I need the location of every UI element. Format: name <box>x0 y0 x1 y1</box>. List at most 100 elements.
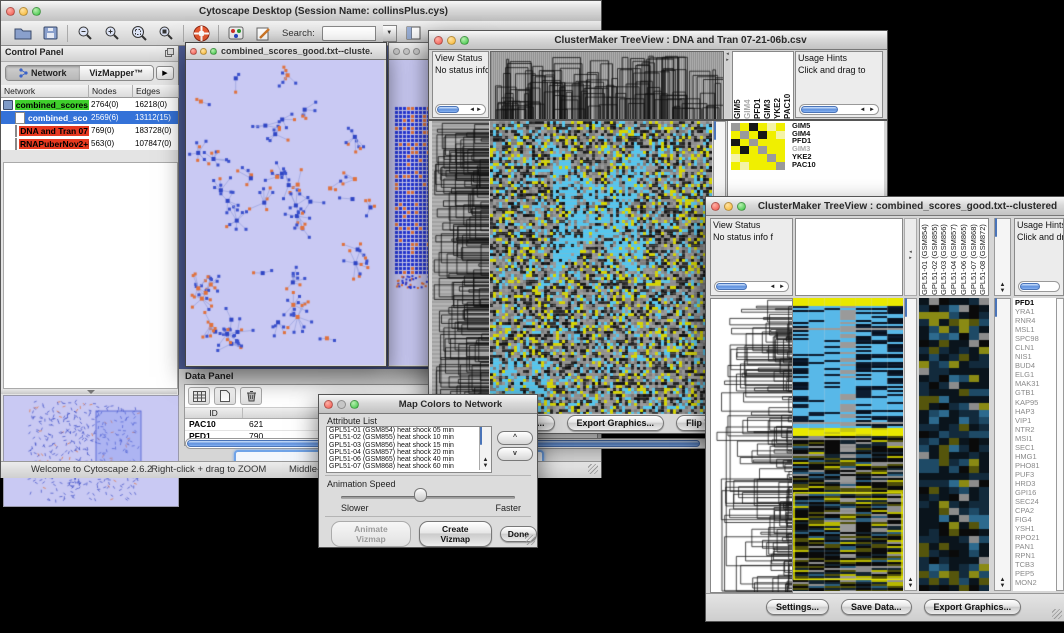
gene-label[interactable]: TCB3 <box>1015 560 1057 569</box>
gene-label[interactable]: GTB1 <box>1015 388 1057 397</box>
gene-label[interactable]: RPN1 <box>1015 551 1057 560</box>
gene-label[interactable]: CPA2 <box>1015 506 1057 515</box>
close-button[interactable] <box>324 400 333 409</box>
scrollbar-arrows[interactable]: ▲▼ <box>995 577 1010 589</box>
scrollbar-thumb[interactable] <box>714 121 716 140</box>
usage-hints-scrollbar[interactable] <box>1018 281 1060 292</box>
column-labels-scrollbar[interactable]: ▲▼ <box>994 218 1011 296</box>
scrollbar-thumb[interactable] <box>480 426 482 445</box>
gene-label[interactable]: YSH1 <box>1015 524 1057 533</box>
zoom-button[interactable] <box>460 36 469 45</box>
float-panel-icon[interactable] <box>165 48 174 59</box>
minimize-button[interactable] <box>447 36 456 45</box>
matrix-cell[interactable] <box>776 146 785 154</box>
gene-label[interactable]: MAK31 <box>1015 379 1057 388</box>
gene-label[interactable]: MSL1 <box>1015 325 1057 334</box>
zoom-out-button[interactable] <box>75 24 95 43</box>
tab-vizmapper[interactable]: VizMapper™ <box>80 66 154 80</box>
open-file-button[interactable] <box>13 24 33 43</box>
search-input[interactable] <box>322 26 376 41</box>
main-titlebar[interactable]: Cytoscape Desktop (Session Name: collins… <box>1 1 601 22</box>
matrix-cell[interactable] <box>758 139 767 147</box>
matrix-cell[interactable] <box>749 123 758 131</box>
scrollbar-arrows[interactable]: ▲▼ <box>480 457 491 469</box>
matrix-cell[interactable] <box>740 123 749 131</box>
gene-label[interactable]: CLN1 <box>1015 343 1057 352</box>
tab-overflow-button[interactable]: ▶ <box>156 66 174 80</box>
titlebar[interactable]: combined_scores_good.txt--cluste... <box>186 43 386 60</box>
speed-slider-track[interactable] <box>341 496 515 499</box>
column-label[interactable]: GIM5 <box>733 52 743 119</box>
gene-label[interactable]: PHO81 <box>1015 461 1057 470</box>
array-label[interactable]: GPL51-07 (GSM868) <box>969 219 979 295</box>
zoom-button[interactable] <box>32 7 41 16</box>
titlebar[interactable]: ClusterMaker TreeView : combined_scores_… <box>706 197 1064 216</box>
array-label[interactable]: GPL51-02 (GSM855) <box>930 219 940 295</box>
matrix-cell[interactable] <box>776 131 785 139</box>
column-dendrogram[interactable] <box>490 51 724 120</box>
column-label[interactable]: GIM4 <box>743 52 753 119</box>
gene-label[interactable]: PFD1 <box>1015 298 1057 307</box>
matrix-cell[interactable] <box>758 162 767 170</box>
zoom-button[interactable] <box>737 202 746 211</box>
column-label[interactable]: PAC10 <box>783 52 793 119</box>
delete-attribute-button[interactable] <box>240 387 262 405</box>
col-edges[interactable]: Edges <box>133 85 179 98</box>
column-label[interactable]: GIM3 <box>763 52 773 119</box>
scrollbar-thumb[interactable] <box>716 283 747 290</box>
matrix-cell[interactable] <box>740 162 749 170</box>
row-dendrogram[interactable] <box>432 121 489 414</box>
matrix-cell[interactable] <box>767 139 776 147</box>
tab-network[interactable]: Network <box>6 66 80 80</box>
gene-label[interactable]: PAC10 <box>792 161 852 169</box>
edge-scrollbar[interactable] <box>1056 298 1064 591</box>
annotation-button[interactable] <box>253 24 273 43</box>
column-label[interactable]: YKE2 <box>773 52 783 119</box>
gene-label[interactable]: MON2 <box>1015 578 1057 587</box>
column-dendrogram-area[interactable] <box>795 218 903 296</box>
gene-label[interactable]: SPC98 <box>1015 334 1057 343</box>
col-network[interactable]: Network <box>1 85 89 98</box>
gene-label[interactable]: SEC1 <box>1015 443 1057 452</box>
attribute-item[interactable]: GPL51-07 (GSM868) heat shock 60 min <box>327 463 491 470</box>
save-button[interactable] <box>40 24 60 43</box>
gene-label[interactable]: HRD3 <box>1015 479 1057 488</box>
panel-splitter[interactable] <box>1 389 177 394</box>
network-tree-row[interactable]: DNA and Tran 07769(0)183728(0) <box>1 124 178 137</box>
treeview2-button-1[interactable]: Settings... <box>766 599 829 615</box>
zoom-button[interactable] <box>210 48 217 55</box>
matrix-cell[interactable] <box>731 146 740 154</box>
treeview1-button-2[interactable]: Export Graphics... <box>567 415 665 431</box>
attribute-item[interactable]: GPL51-01 (GSM854) heat shock 05 min <box>327 427 491 434</box>
usage-hints-scrollbar[interactable]: ◄ ► <box>799 104 879 115</box>
new-attribute-button[interactable] <box>214 387 236 405</box>
matrix-cell[interactable] <box>731 162 740 170</box>
attribute-listbox[interactable]: GPL51-01 (GSM854) heat shock 05 min GPL51… <box>326 426 492 473</box>
search-options-button[interactable] <box>404 24 424 43</box>
matrix-cell[interactable] <box>731 131 740 139</box>
network-tree-row[interactable]: combined_scores2764(0)16218(0) <box>1 98 178 111</box>
minimize-button[interactable] <box>200 48 207 55</box>
matrix-cell[interactable] <box>740 139 749 147</box>
select-attributes-button[interactable] <box>188 387 210 405</box>
gene-label[interactable]: YRA1 <box>1015 307 1057 316</box>
titlebar[interactable]: ClusterMaker TreeView : DNA and Tran 07-… <box>429 31 887 50</box>
scrollbar-thumb[interactable] <box>995 218 997 237</box>
matrix-cell[interactable] <box>767 131 776 139</box>
array-label[interactable]: GPL51-03 (GSM856) <box>939 219 949 295</box>
resize-grip[interactable] <box>525 535 535 545</box>
matrix-cell[interactable] <box>740 146 749 154</box>
matrix-cell[interactable] <box>776 139 785 147</box>
scrollbar-arrows[interactable]: ▲▼ <box>995 282 1010 294</box>
listbox-scrollbar[interactable]: ▲▼ <box>479 427 491 470</box>
zoom-fit-button[interactable] <box>156 24 176 43</box>
help-button[interactable] <box>191 24 211 43</box>
gene-label[interactable]: HMG1 <box>1015 452 1057 461</box>
splitter[interactable]: ◂▸ <box>725 51 730 118</box>
matrix-cell[interactable] <box>758 123 767 131</box>
array-label[interactable]: GPL51-08 (GSM872) <box>978 219 988 295</box>
titlebar[interactable]: Map Colors to Network <box>319 395 537 414</box>
move-down-button[interactable]: v <box>497 447 533 461</box>
scrollbar-thumb[interactable] <box>995 298 997 317</box>
heatmap-global-view[interactable] <box>793 298 903 591</box>
